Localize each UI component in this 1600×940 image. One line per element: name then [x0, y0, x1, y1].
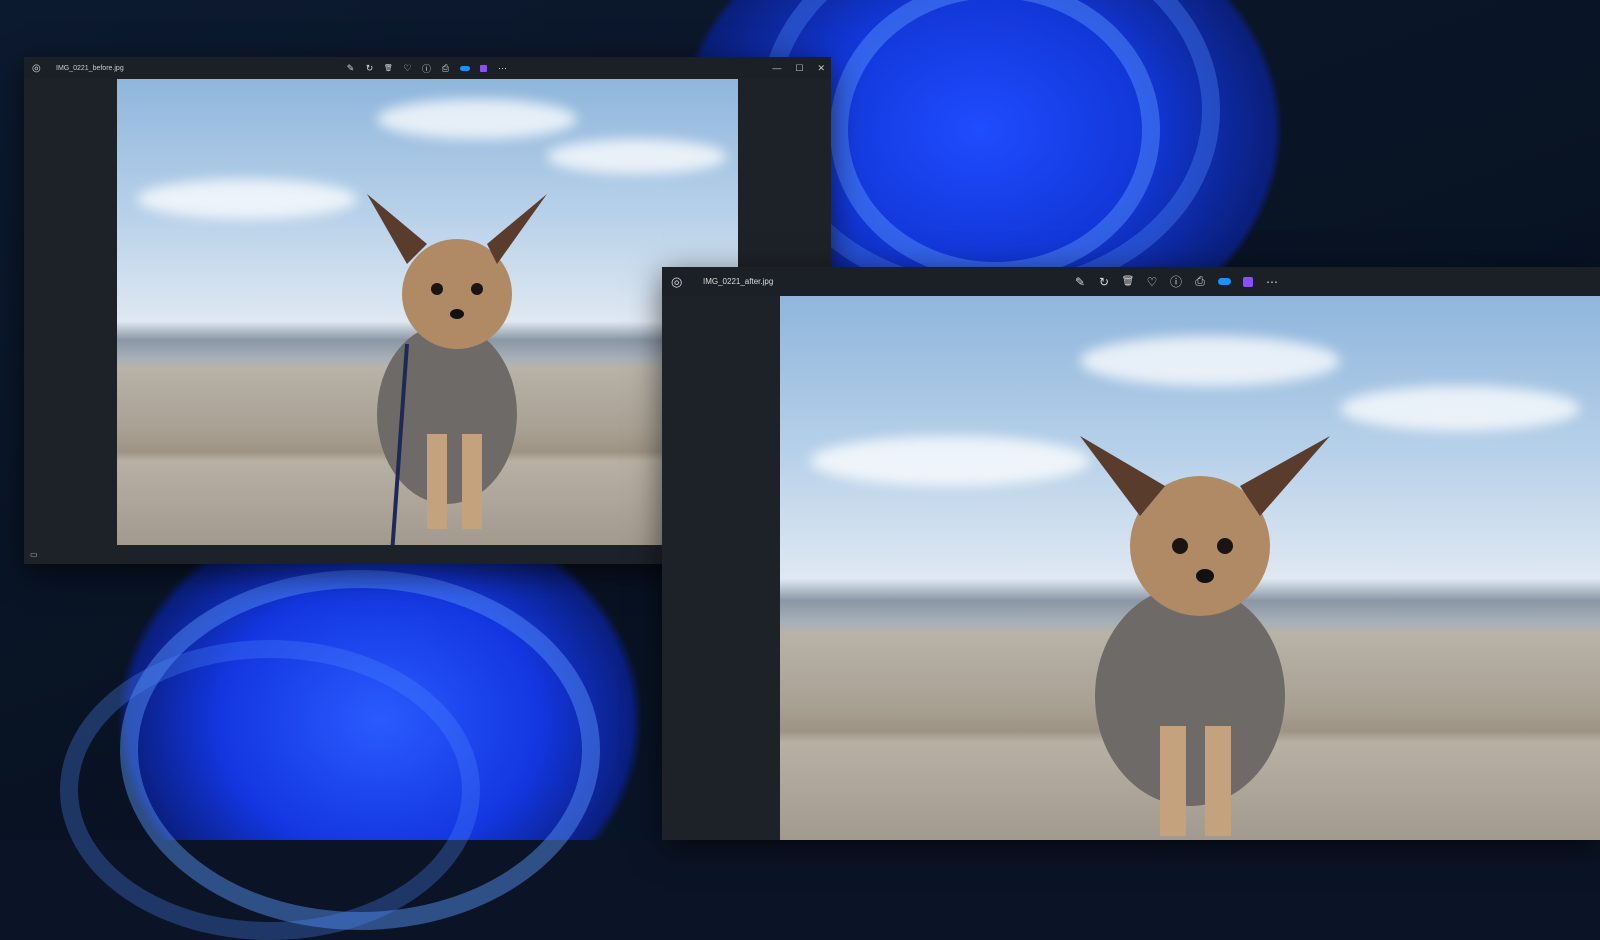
edit-icon[interactable]: ✎	[344, 63, 357, 74]
title-bar: ◎ IMG_0221_before.jpg ✎ ↻ 🗑 ♡ ⓘ ⎙ ⋯ — ☐ …	[24, 57, 831, 79]
clipchamp-icon[interactable]	[477, 64, 490, 72]
maximize-button[interactable]: ☐	[795, 63, 803, 74]
delete-icon[interactable]: 🗑	[382, 64, 395, 72]
close-button[interactable]: ✕	[817, 63, 825, 74]
app-icon: ◎	[671, 273, 683, 289]
favorite-icon[interactable]: ♡	[1144, 275, 1160, 289]
print-icon[interactable]: ⎙	[439, 63, 452, 74]
app-icon: ◎	[32, 62, 41, 74]
rotate-icon[interactable]: ↻	[363, 63, 376, 74]
edit-icon[interactable]: ✎	[1072, 275, 1088, 289]
rotate-icon[interactable]: ↻	[1096, 275, 1112, 289]
minimize-button[interactable]: —	[772, 63, 781, 74]
print-icon[interactable]: ⎙	[1192, 274, 1208, 289]
clipchamp-icon[interactable]	[1240, 276, 1256, 287]
wallpaper-swirl	[60, 640, 480, 940]
title-bar: ◎ IMG_0221_after.jpg ✎ ↻ 🗑 ♡ ⓘ ⎙ ⋯	[662, 267, 1600, 296]
favorite-icon[interactable]: ♡	[401, 63, 414, 74]
window-title: IMG_0221_after.jpg	[703, 277, 774, 286]
more-icon[interactable]: ⋯	[1264, 275, 1280, 289]
delete-icon[interactable]: 🗑	[1120, 276, 1136, 287]
monitor-icon[interactable]: ▭	[30, 550, 38, 559]
info-icon[interactable]: ⓘ	[420, 62, 433, 75]
onedrive-icon[interactable]	[1216, 278, 1232, 285]
info-icon[interactable]: ⓘ	[1168, 273, 1184, 290]
photo-before	[117, 79, 738, 545]
window-title: IMG_0221_before.jpg	[56, 64, 124, 72]
dog-image	[1080, 436, 1330, 836]
more-icon[interactable]: ⋯	[496, 63, 509, 74]
dog-image	[367, 194, 547, 545]
onedrive-icon[interactable]	[458, 65, 471, 71]
photo-after	[780, 296, 1600, 840]
photos-window-after: ◎ IMG_0221_after.jpg ✎ ↻ 🗑 ♡ ⓘ ⎙ ⋯	[662, 267, 1600, 840]
